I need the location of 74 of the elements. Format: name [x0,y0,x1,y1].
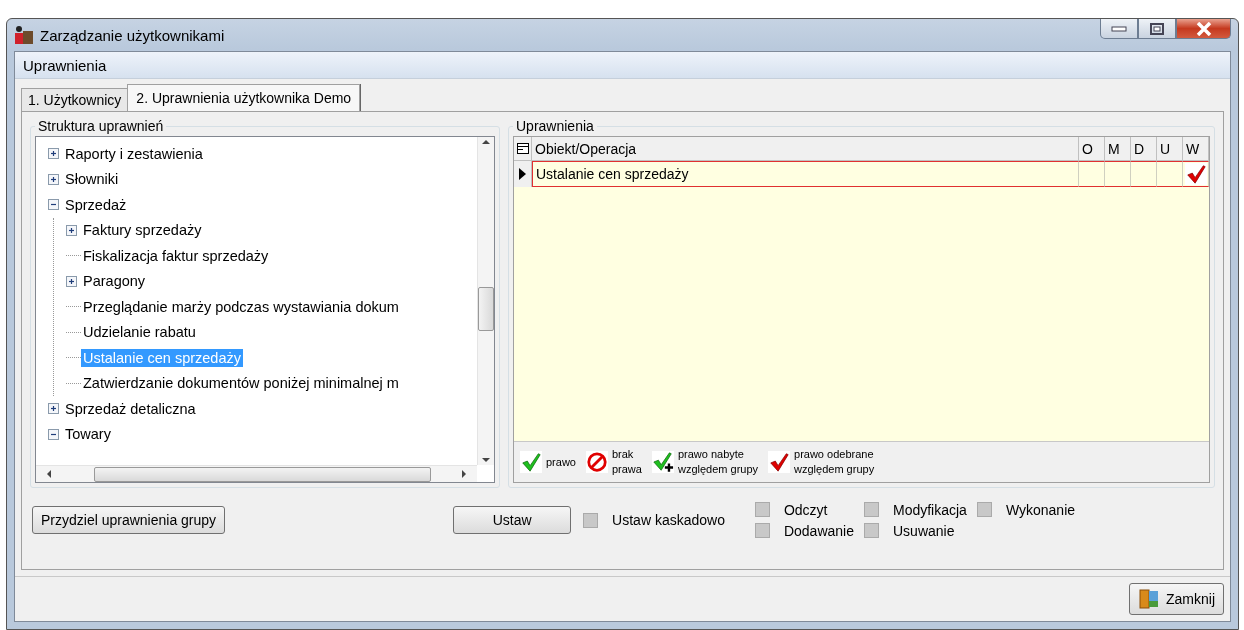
row-pointer-icon [518,167,527,181]
close-button[interactable] [1176,19,1231,39]
tab[interactable]: 2. Uprawnienia użytkownika Demo [127,84,361,111]
checkbox[interactable] [864,523,879,538]
arrow-right-icon[interactable] [459,469,469,479]
minimize-icon [1111,24,1127,33]
tree-item[interactable]: Faktury sprzedaży [81,221,204,240]
tree-item[interactable]: Sprzedaż detaliczna [63,399,198,418]
assign-group-button[interactable]: Przydziel uprawnienia grupy [32,506,226,534]
checkbox-label[interactable]: Usuwanie [893,522,955,539]
expand-icon[interactable] [48,148,59,160]
horizontal-scrollbar[interactable] [36,465,477,482]
legend-label: brak prawa [611,447,642,477]
arrow-down-icon[interactable] [481,455,491,465]
table-icon [516,143,529,154]
legend-label: prawo odebrane względem grupy [794,447,875,477]
tree-item[interactable]: Przeglądanie marży podczas wystawiania dokum [81,297,401,316]
expand-icon[interactable] [66,275,77,287]
tree-item[interactable]: Udzielanie rabatu [81,323,198,342]
table-cell [1105,161,1131,187]
tree-item[interactable]: Fiskalizacja faktur sprzedaży [81,246,271,265]
checkbox[interactable] [583,512,599,528]
check-icon [768,451,791,473]
checkbox[interactable] [754,523,770,538]
table-cell: Ustalanie cen sprzedaży [532,161,1079,187]
tree-item[interactable]: Zatwierdzanie dokumentów poniżej minimalnej m [81,374,401,393]
check-icon [520,451,542,473]
checkbox-label[interactable]: Modyfikacja [893,501,967,518]
tree-item[interactable]: Słowniki [63,170,121,189]
tree-item[interactable]: Sprzedaż [63,195,129,214]
checkbox[interactable] [754,502,770,517]
checkbox[interactable] [976,502,992,517]
tab[interactable]: 1. Użytkownicy [21,88,129,111]
maximize-button[interactable] [1138,19,1176,39]
checkbox-label[interactable]: Odczyt [783,501,828,518]
app-logo-icon [14,25,34,45]
expand-icon[interactable] [48,173,59,185]
checkbox-label[interactable]: Dodawanie [783,522,854,539]
window-title: Zarządzanie użytkownikami [40,26,225,44]
column-header[interactable]: O [1079,137,1105,161]
checkbox-label[interactable]: Wykonanie [1005,501,1076,518]
expand-icon[interactable] [48,403,59,415]
set-button[interactable]: Ustaw [453,506,572,534]
close-icon [1195,21,1212,36]
legend-label: prawo nabyte względem grupy [677,447,759,477]
door-icon [1138,588,1160,610]
table-cell [1079,161,1105,187]
collapse-icon[interactable] [48,199,59,211]
column-header[interactable]: U [1157,137,1183,161]
group-title: Uprawnienia [515,118,595,134]
vertical-scrollbar[interactable] [477,137,494,465]
tree-item[interactable]: Paragony [81,272,148,291]
column-header[interactable]: Obiekt/Operacja [532,137,1079,161]
scroll-thumb[interactable] [94,466,431,482]
arrow-up-icon[interactable] [481,137,491,147]
collapse-icon[interactable] [48,428,59,440]
column-header[interactable]: D [1131,137,1157,161]
checkbox-label[interactable]: Ustaw kaskadowo [612,512,725,528]
legend-label: prawo [546,454,576,470]
maximize-icon [1150,22,1164,35]
group-title: Struktura uprawnień [37,118,165,134]
table-cell [1131,161,1157,187]
no-entry-icon [585,451,608,473]
expand-icon[interactable] [66,224,77,236]
tree-item[interactable]: Towary [63,425,113,444]
column-header[interactable]: W [1183,137,1209,161]
tree-item[interactable]: Raporty i zestawienia [63,144,205,163]
minimize-button[interactable] [1100,19,1138,39]
menu-item[interactable]: Uprawnienia [15,56,115,74]
check-plus-icon [651,451,674,473]
close-dialog-button[interactable]: Zamknij [1129,583,1224,615]
scroll-thumb[interactable] [478,287,494,331]
checkbox[interactable] [864,502,879,517]
column-header[interactable]: M [1105,137,1131,161]
